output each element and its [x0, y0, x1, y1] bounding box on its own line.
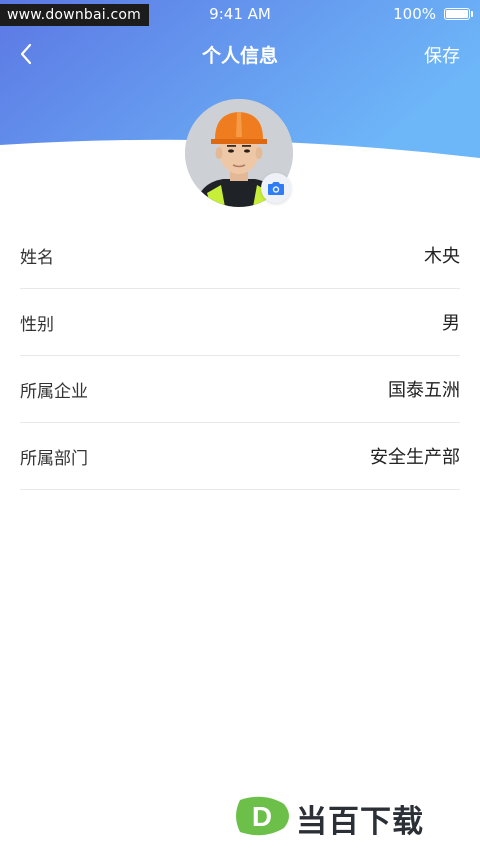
battery-icon	[444, 8, 470, 20]
field-label: 姓名	[20, 248, 54, 268]
change-avatar-button[interactable]	[261, 173, 291, 203]
field-label: 所属企业	[20, 382, 88, 402]
field-value: 木央	[424, 246, 460, 267]
site-watermark: www.downbai.com	[0, 4, 149, 26]
avatar-container	[185, 99, 293, 207]
battery-tip	[471, 11, 473, 17]
nav-bar: 个人信息 保存	[0, 36, 480, 72]
chevron-left-icon	[20, 43, 32, 65]
brand-watermark: D 当百下载	[234, 792, 474, 840]
battery-percent: 100%	[393, 5, 436, 23]
camera-icon	[268, 182, 284, 195]
brand-text: 当百下载	[296, 804, 424, 840]
field-row-department[interactable]: 所属部门 安全生产部	[20, 423, 460, 490]
page-title: 个人信息	[201, 45, 278, 67]
back-button[interactable]	[14, 40, 42, 68]
brand-logo-icon: D	[236, 796, 289, 836]
save-button[interactable]: 保存	[424, 42, 460, 68]
field-row-company[interactable]: 所属企业 国泰五洲	[20, 356, 460, 423]
svg-text:D: D	[252, 801, 272, 832]
field-label: 性别	[20, 315, 54, 335]
field-label: 所属部门	[20, 449, 88, 469]
profile-info-list: 姓名 木央 性别 男 所属企业 国泰五洲 所属部门 安全生产部	[20, 222, 460, 490]
field-value: 国泰五洲	[388, 380, 460, 401]
field-row-gender[interactable]: 性别 男	[20, 289, 460, 356]
field-value: 安全生产部	[370, 447, 460, 468]
field-value: 男	[442, 313, 460, 334]
field-row-name[interactable]: 姓名 木央	[20, 222, 460, 289]
